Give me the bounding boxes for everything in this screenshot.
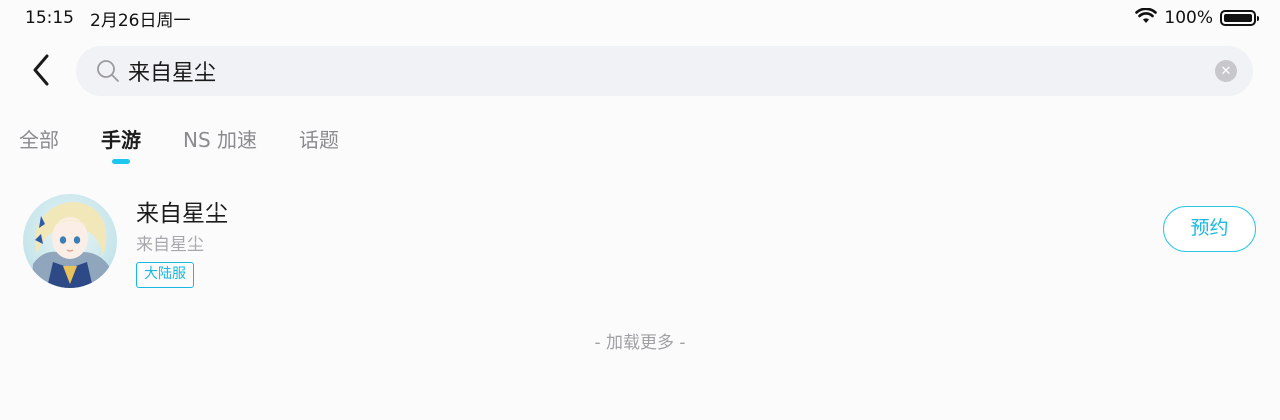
battery-percent: 100% [1164,8,1213,28]
tab-all[interactable]: 全部 [19,118,59,164]
load-more[interactable]: - 加载更多 - [0,328,1280,353]
back-button[interactable] [22,46,60,98]
battery-fill [1224,14,1252,22]
search-input[interactable] [128,58,1215,84]
game-avatar[interactable] [23,194,117,288]
search-box[interactable]: ✕ [76,46,1253,96]
status-right: 100% [1135,7,1259,29]
status-date: 2月26日周一 [90,10,191,31]
tab-label: 话题 [299,128,340,152]
tab-ns-accelerate[interactable]: NS 加速 [183,118,257,164]
search-results-page: 15:15 2月26日周一 100% 来自星尘 ✕ 全部 手游 NS 加速 话题… [0,0,1280,420]
game-title[interactable]: 来自星尘 [136,194,228,228]
list-item[interactable]: 来自星尘 来自星尘 大陆服 预约 [0,188,1280,292]
tab-topics[interactable]: 话题 [299,118,339,164]
game-subtitle: 来自星尘 [136,235,204,255]
tab-label: 手游 [101,128,141,152]
status-left: 15:15 2月26日周一 [25,6,190,31]
tab-label: 全部 [19,128,59,152]
status-bar: 15:15 2月26日周一 100% [0,0,1280,36]
chevron-left-icon [32,54,50,90]
tab-mobile-games[interactable]: 手游 [101,118,141,164]
reserve-button[interactable]: 预约 [1163,206,1256,252]
search-row: ✕ [0,46,1280,98]
wifi-icon [1135,7,1158,29]
tab-label: NS 加速 [183,128,258,152]
tab-active-indicator [112,159,130,164]
battery-icon [1220,10,1259,26]
search-icon [96,57,124,85]
clear-icon[interactable]: ✕ [1215,60,1237,82]
category-tabs: 全部 手游 NS 加速 话题 [0,118,339,168]
status-time: 15:15 [25,8,74,28]
region-badge: 大陆服 [136,262,194,288]
